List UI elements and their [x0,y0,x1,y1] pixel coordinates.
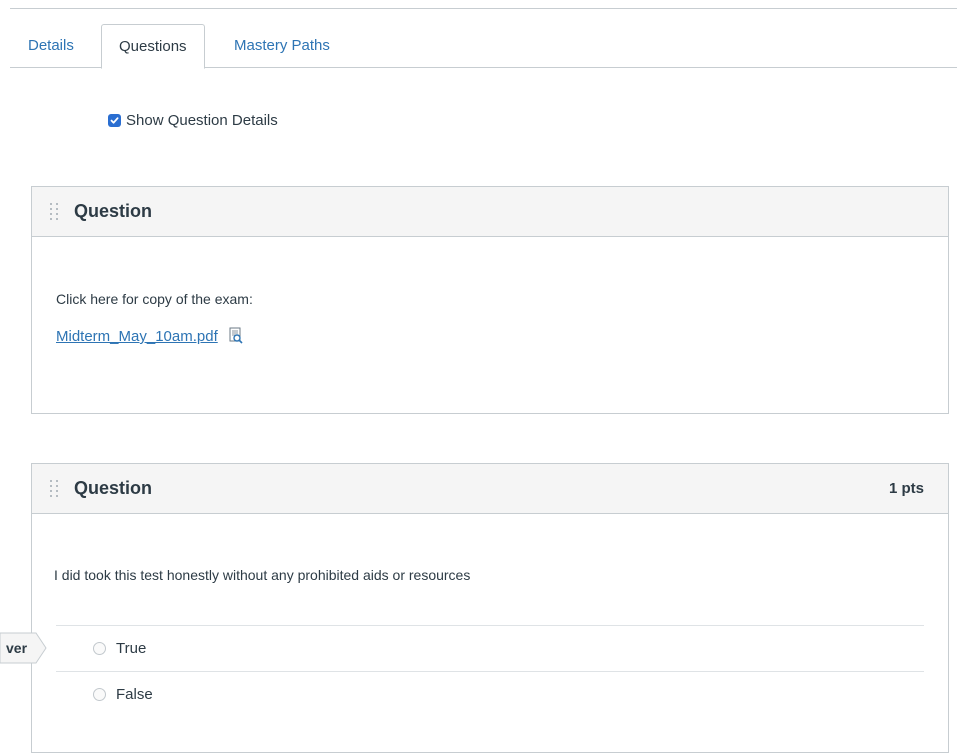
tab-questions[interactable]: Questions [101,24,205,69]
question-card: Question 1 pts I did took this test hone… [31,463,949,753]
tab-mastery-paths[interactable]: Mastery Paths [234,24,330,68]
answer-label: False [116,686,153,703]
show-details-checkbox[interactable] [108,113,121,127]
top-divider [10,8,957,9]
tab-bar: Details Questions Mastery Paths [10,24,957,69]
question-card: Question Click here for copy of the exam… [31,186,949,414]
question-title: Question [74,478,153,498]
answer-radio[interactable] [93,688,106,701]
question-body: Click here for copy of the exam: Midterm… [32,237,948,413]
question-body: I did took this test honestly without an… [32,514,948,752]
drag-handle-icon[interactable] [50,479,60,498]
question-points: 1 pts [888,480,924,497]
checkmark-icon [110,116,119,124]
show-question-details[interactable]: Show Question Details [108,110,278,130]
answer-label: True [116,640,147,657]
question-header: Question [32,187,948,237]
file-link[interactable]: Midterm_May_10am.pdf [56,328,218,345]
document-preview-icon[interactable] [229,327,243,349]
question-text: I did took this test honestly without an… [54,567,471,583]
question-header: Question 1 pts [32,464,948,514]
answer-option-false[interactable]: False [56,671,924,717]
drag-handle-icon[interactable] [50,202,60,221]
question-text: Click here for copy of the exam: [56,291,253,307]
file-attachment: Midterm_May_10am.pdf [56,327,243,349]
answer-radio[interactable] [93,642,106,655]
tab-details[interactable]: Details [28,24,74,68]
question-title: Question [74,201,153,221]
answer-option-true[interactable]: True [56,625,924,671]
show-details-label: Show Question Details [126,111,278,129]
answer-arrow-label: ver [6,640,28,656]
